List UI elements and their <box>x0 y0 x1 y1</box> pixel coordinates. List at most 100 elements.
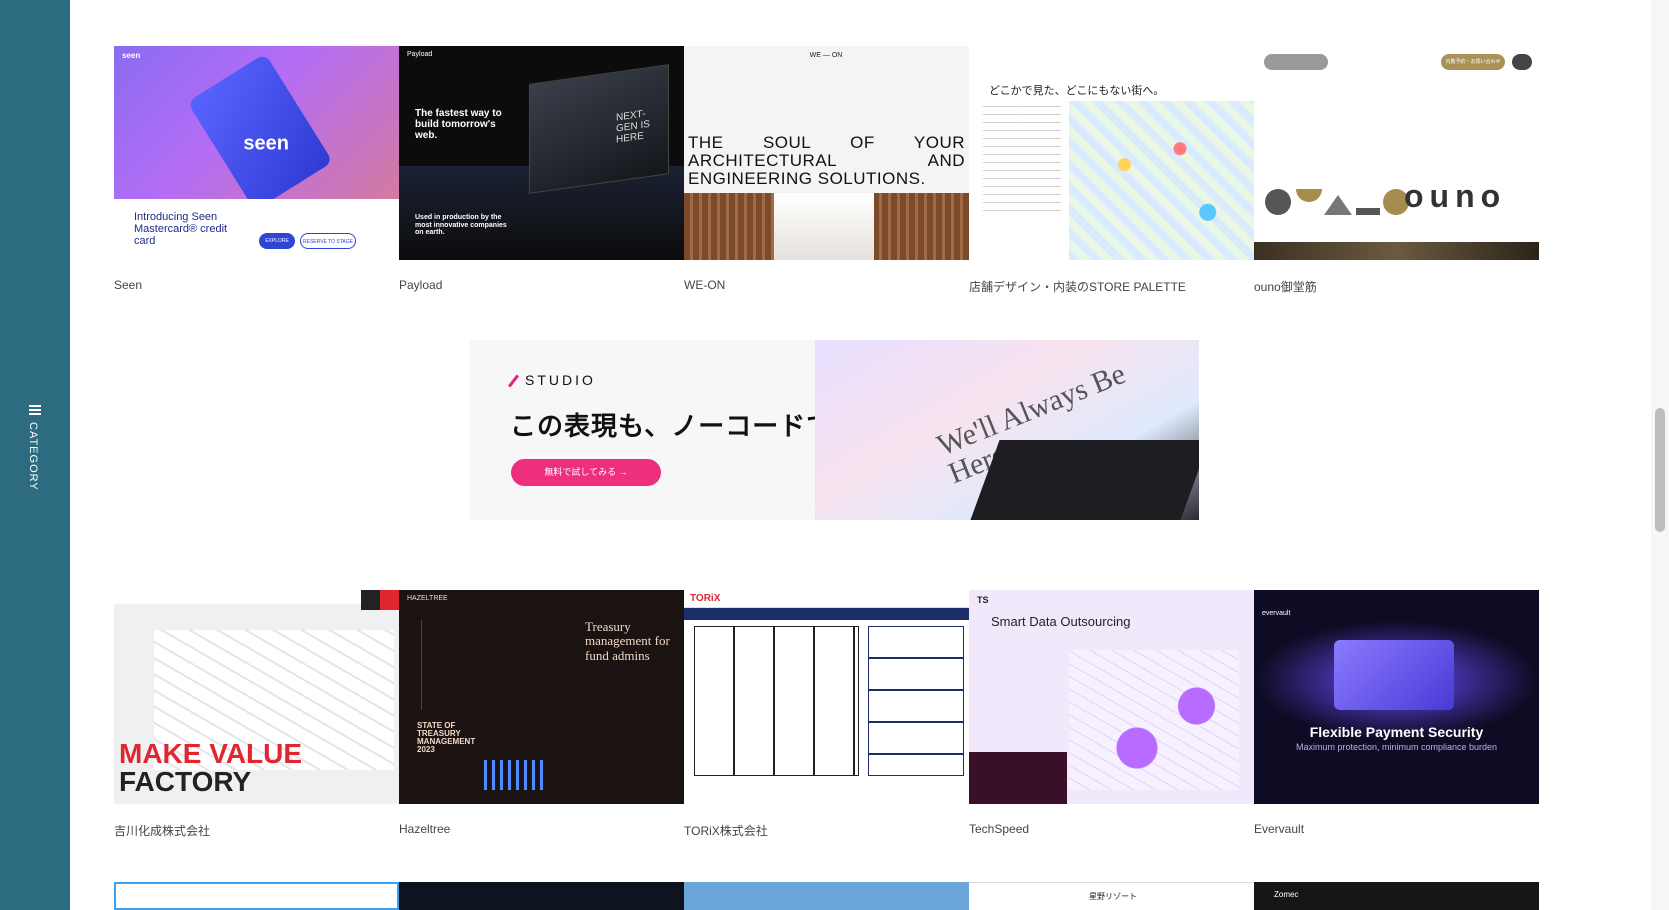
card-thumbnail[interactable]: evervault Flexible Payment Security Maxi… <box>1254 590 1539 804</box>
headline: THE SOUL OF YOUR ARCHITECTURAL AND ENGIN… <box>688 133 965 188</box>
gallery-card <box>684 882 969 910</box>
gallery-card: HAZELTREE Treasury management for fund a… <box>399 590 684 836</box>
gallery-card: WE — ON THE SOUL OF YOUR ARCHITECTURAL A… <box>684 46 969 292</box>
card-title[interactable]: TORiX株式会社 <box>684 822 768 839</box>
promo-boxes <box>868 626 964 776</box>
card-thumbnail[interactable]: HAZELTREE Treasury management for fund a… <box>399 590 684 804</box>
gallery-card: NEXT-GEN IS HERE Payload The fastest way… <box>399 46 684 292</box>
dark-panel <box>969 752 1067 804</box>
banner-cta-button[interactable]: 無料で試してみる → <box>511 459 661 486</box>
card-thumbnail[interactable]: NEXT-GEN IS HERE Payload The fastest way… <box>399 46 684 260</box>
headline: どこかで見た、どこにもない街へ。 <box>989 85 1165 97</box>
subheadline: Maximum protection, minimum compliance b… <box>1295 742 1498 752</box>
gallery-card: 内覧予約・お問い合わせ ouno ouno御堂筋 <box>1254 46 1539 294</box>
bar-chart-graphic <box>484 760 544 790</box>
site-logo: WE — ON <box>809 52 843 59</box>
category-label: CATEGORY <box>27 422 39 491</box>
site-logo: Payload <box>407 51 433 58</box>
banner-copy: この表現も、ノーコードで。 <box>510 411 860 441</box>
site-logo: TS <box>977 595 989 605</box>
scrollbar-thumb[interactable] <box>1655 408 1665 532</box>
gallery-card: TORiX TORiX株式会社 <box>684 590 969 838</box>
site-logo: 星野リゾート <box>1089 892 1137 901</box>
card-title[interactable]: Hazeltree <box>399 822 450 836</box>
gallery-card <box>399 882 684 910</box>
gallery-card: どこかで見た、どこにもない街へ。 店舗デザイン・内装のSTORE PALETTE <box>969 46 1254 294</box>
card-thumbnail[interactable] <box>684 882 969 910</box>
gallery-card: 星野リゾート <box>969 882 1254 910</box>
hero-bottom: Introducing Seen Mastercard® credit card… <box>114 199 399 260</box>
card-thumbnail[interactable]: TORiX <box>684 590 969 804</box>
site-logo: TORiX <box>690 593 721 604</box>
gallery-card: MAKE VALUE FACTORY 吉川化成株式会社 <box>114 590 399 838</box>
hamburger-icon <box>29 405 41 415</box>
screen-text: NEXT-GEN IS HERE <box>616 108 650 146</box>
card-title[interactable]: Seen <box>114 278 142 292</box>
card-thumbnail[interactable]: TS Smart Data Outsourcing <box>969 590 1254 804</box>
illustrated-map <box>1069 101 1254 260</box>
headline-line-2: FACTORY <box>119 766 252 797</box>
card-thumbnail[interactable]: MAKE VALUE FACTORY <box>114 590 399 804</box>
sidebar: CATEGORY <box>0 0 70 910</box>
card-graphic <box>1334 640 1454 710</box>
site-header: TORiX <box>684 590 969 608</box>
site-logo: seen <box>122 51 141 60</box>
category-menu-button[interactable]: CATEGORY <box>22 400 48 491</box>
explore-button: EXPLORE <box>259 233 295 249</box>
card-thumbnail[interactable]: 内覧予約・お問い合わせ ouno <box>1254 46 1539 260</box>
headline: MAKE VALUE FACTORY <box>119 740 302 796</box>
card-thumbnail[interactable]: WE — ON THE SOUL OF YOUR ARCHITECTURAL A… <box>684 46 969 260</box>
banner-art-panel <box>970 440 1199 520</box>
3d-shapes <box>1069 650 1239 790</box>
nav-band <box>684 608 969 620</box>
gallery-card <box>114 882 399 910</box>
headline: Smart Data Outsourcing <box>991 614 1131 629</box>
menu-icon <box>380 590 399 610</box>
card-title[interactable]: 店舗デザイン・内装のSTORE PALETTE <box>969 278 1186 295</box>
site-logo: HAZELTREE <box>407 595 448 602</box>
headline: The fastest way to build tomorrow's web. <box>415 108 502 141</box>
scrollbar[interactable] <box>1651 0 1669 910</box>
card-thumbnail[interactable]: 星野リゾート <box>969 882 1254 910</box>
studio-slash-icon <box>508 374 519 388</box>
laptop-screen: NEXT-GEN IS HERE <box>529 64 669 194</box>
menu-icon <box>1512 54 1532 70</box>
card-thumbnail[interactable] <box>114 882 399 910</box>
studio-logo: STUDIO <box>508 372 596 388</box>
reserve-button: RESERVE TO STAGE <box>300 233 356 249</box>
card-thumbnail[interactable]: Zomec <box>1254 882 1539 910</box>
light-photo <box>774 193 874 260</box>
headline-line-1: MAKE VALUE <box>119 738 303 769</box>
banner-art: We'll Always Be Here. <box>815 340 1199 520</box>
headline: Flexible Payment Security <box>1309 724 1484 740</box>
card-title[interactable]: WE-ON <box>684 278 725 292</box>
headline: Treasury management for fund admins <box>585 619 670 663</box>
card-thumbnail[interactable]: seen seen Introducing Seen Mastercard® c… <box>114 46 399 260</box>
tree-diagram <box>421 620 531 710</box>
card-title[interactable]: Payload <box>399 278 442 292</box>
gallery-card: TS Smart Data Outsourcing TechSpeed <box>969 590 1254 836</box>
ouno-wordmark: ouno <box>1404 178 1507 214</box>
gallery-card: seen seen Introducing Seen Mastercard® c… <box>114 46 399 292</box>
manga-panels <box>694 626 859 776</box>
card-brand: seen <box>243 132 289 155</box>
site-logo: evervault <box>1262 610 1291 617</box>
gallery-card: evervault Flexible Payment Security Maxi… <box>1254 590 1539 836</box>
site-logo: Zomec <box>1274 890 1299 899</box>
card-title[interactable]: 吉川化成株式会社 <box>114 822 210 839</box>
card-thumbnail[interactable]: どこかで見た、どこにもない街へ。 <box>969 46 1254 260</box>
studio-ad-banner[interactable]: STUDIO この表現も、ノーコードで。 無料で試してみる → We'll Al… <box>470 340 1199 520</box>
footer-text: Used in production by the most innovativ… <box>415 214 507 237</box>
body-text-lines <box>983 106 1061 216</box>
card-thumbnail[interactable] <box>399 882 684 910</box>
mail-icon <box>361 590 380 610</box>
gallery-card: Zomec <box>1254 882 1539 910</box>
toggle-pill <box>1264 54 1328 70</box>
card-title[interactable]: Evervault <box>1254 822 1304 836</box>
card-title[interactable]: TechSpeed <box>969 822 1029 836</box>
photo-band <box>1254 242 1539 260</box>
studio-logo-text: STUDIO <box>525 372 596 388</box>
contact-button: 内覧予約・お問い合わせ <box>1441 54 1505 70</box>
card-title[interactable]: ouno御堂筋 <box>1254 278 1317 295</box>
headline: Introducing Seen Mastercard® credit card <box>134 211 228 248</box>
